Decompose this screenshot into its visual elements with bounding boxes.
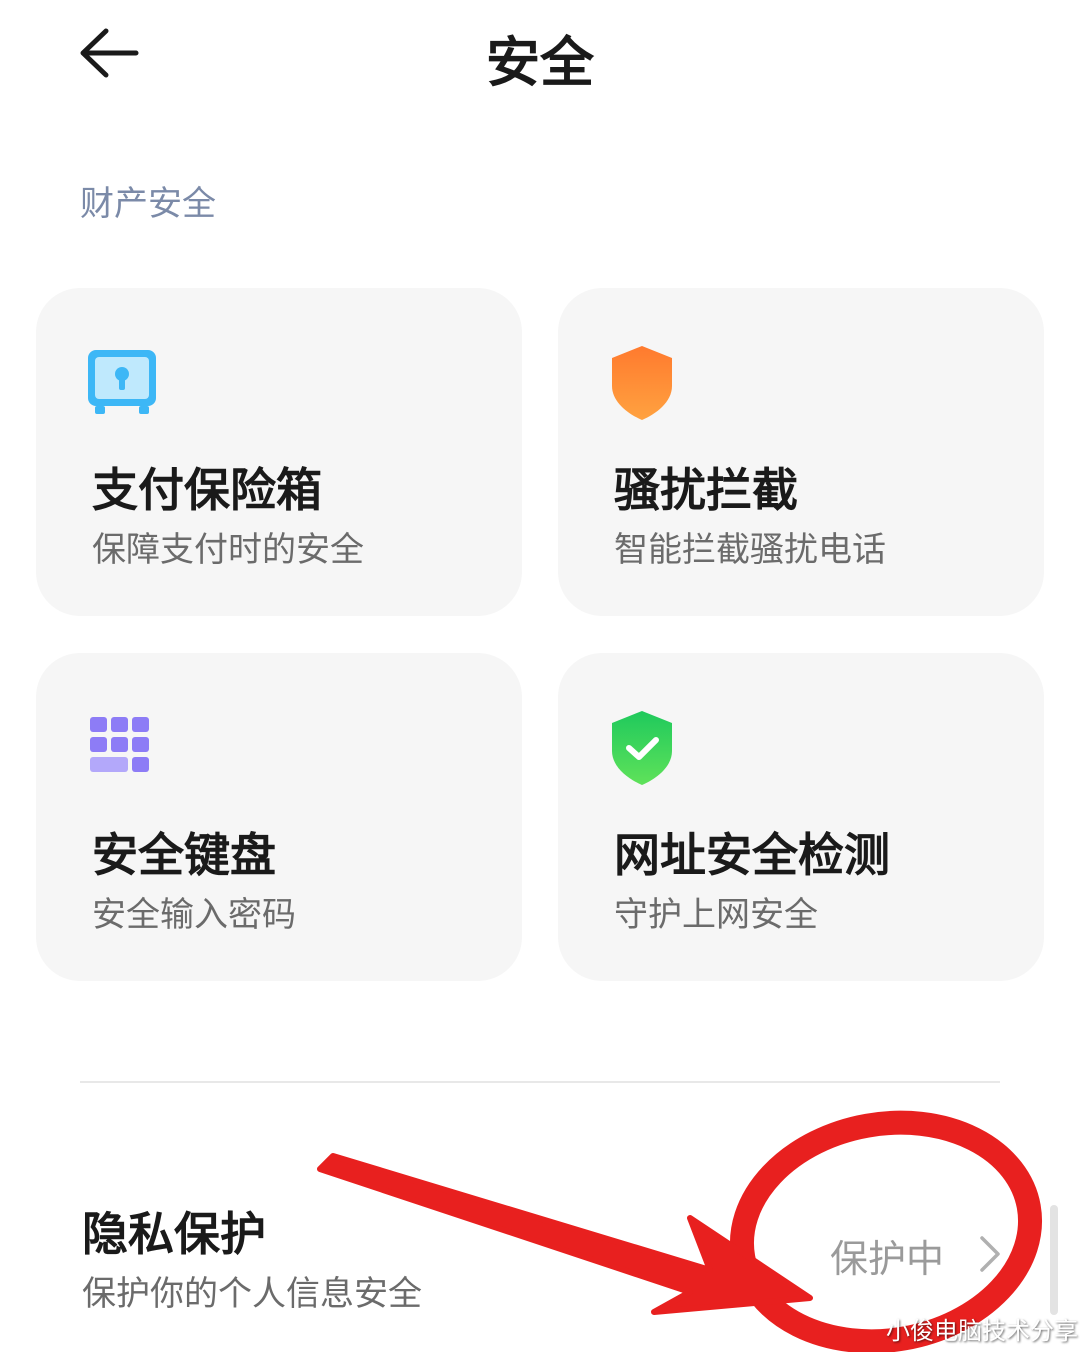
top-bar: 安全 <box>0 0 1080 110</box>
scrollbar[interactable] <box>1050 1205 1058 1315</box>
safe-box-icon <box>88 350 156 414</box>
card-subtitle: 安全输入密码 <box>92 895 296 935</box>
green-shield-check-icon <box>612 711 672 785</box>
keyboard-icon <box>90 717 149 772</box>
privacy-title: 隐私保护 <box>82 1207 266 1261</box>
card-subtitle: 守护上网安全 <box>614 895 818 935</box>
orange-shield-icon <box>612 346 672 420</box>
section-divider <box>80 1081 1000 1083</box>
card-title: 安全键盘 <box>92 828 276 882</box>
back-button[interactable] <box>70 18 150 88</box>
privacy-subtitle: 保护你的个人信息安全 <box>82 1274 422 1314</box>
section-label: 财产安全 <box>80 184 216 224</box>
card-url-check[interactable]: 网址安全检测 守护上网安全 <box>558 653 1044 981</box>
card-title: 网址安全检测 <box>614 828 890 882</box>
card-subtitle: 保障支付时的安全 <box>92 530 364 570</box>
card-subtitle: 智能拦截骚扰电话 <box>614 530 886 570</box>
card-secure-keyboard[interactable]: 安全键盘 安全输入密码 <box>36 653 522 981</box>
card-title: 支付保险箱 <box>92 463 322 517</box>
page-title: 安全 <box>486 31 594 94</box>
card-payment-safe[interactable]: 支付保险箱 保障支付时的安全 <box>36 288 522 616</box>
card-harassment-block[interactable]: 骚扰拦截 智能拦截骚扰电话 <box>558 288 1044 616</box>
privacy-status: 保护中 <box>830 1237 945 1281</box>
arrow-left-icon <box>80 28 139 78</box>
card-title: 骚扰拦截 <box>614 463 798 517</box>
chevron-right-icon <box>980 1236 1000 1272</box>
watermark: 小俊电脑技术分享 <box>886 1317 1078 1345</box>
